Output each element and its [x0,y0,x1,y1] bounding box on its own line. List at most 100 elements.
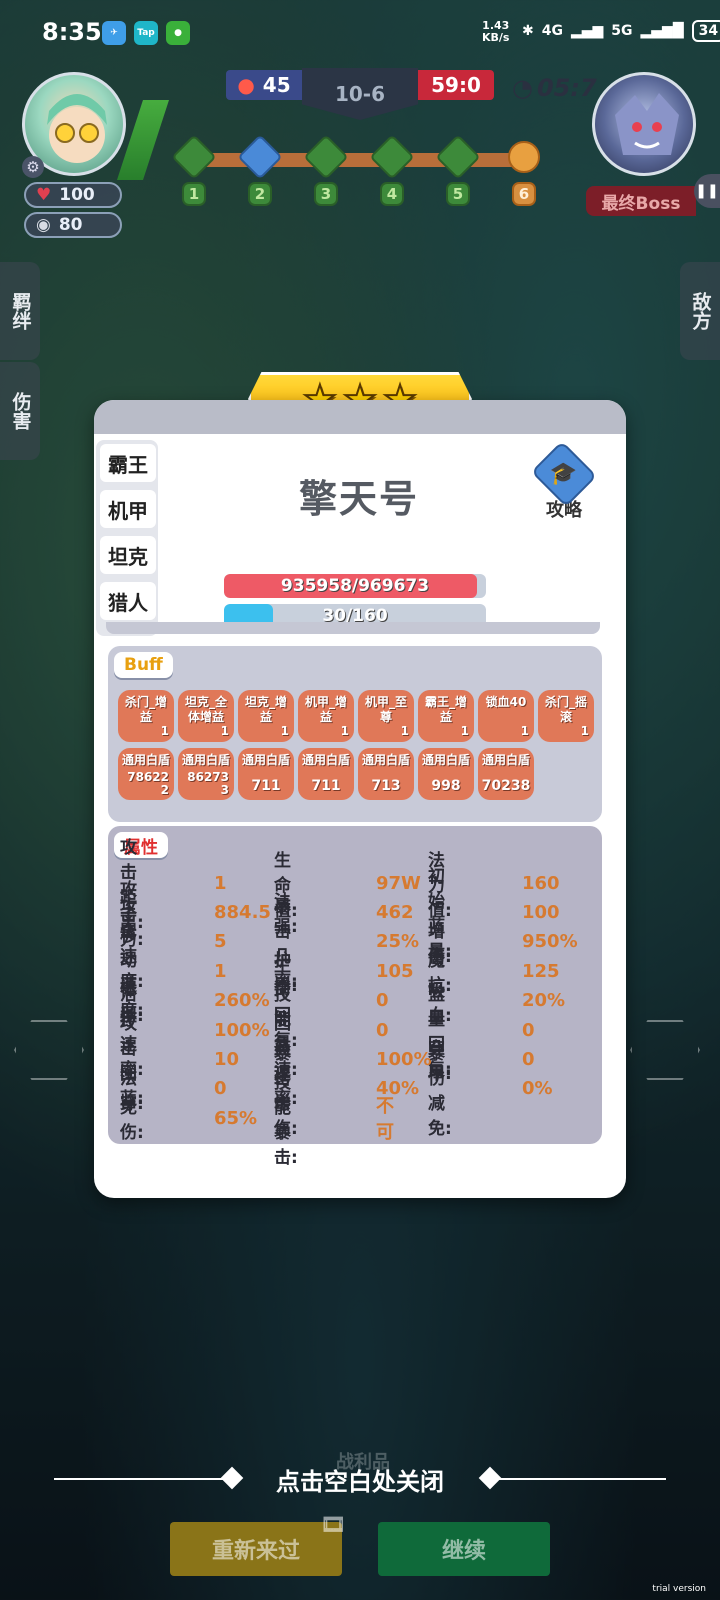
status-time: 8:35 [42,18,102,46]
attribute-value: 10 [214,1048,240,1070]
buff-name: 坦克_全体增益 [184,695,227,724]
buff-chip[interactable]: 通用白盾 711 [298,748,354,800]
buff-chip[interactable]: 通用白盾 70238 [478,748,534,800]
side-tab-enemy[interactable]: 敌方 [680,262,720,360]
player-hp-pill: ♥ 100 [24,182,122,208]
attribute-value: 20% [522,990,566,1012]
bluetooth-icon: ✱ [522,23,534,39]
buff-chip[interactable]: 坦克_增益 1 [238,690,294,742]
buff-name: 通用白盾 [421,753,470,767]
player-gold-pill: ◉ 80 [24,212,122,238]
battery-indicator: 34 [691,20,720,42]
buff-chip[interactable]: 坦克_全体增益 1 [178,690,234,742]
boss-avatar[interactable] [592,72,696,176]
attribute-label: 免伤: [120,1098,144,1144]
side-tab-damage-label: 伤害 [9,392,32,430]
buff-name: 通用白盾 [181,753,230,767]
attribute-value: 0 [376,990,389,1012]
buff-chip[interactable]: 通用白盾 78622 2 [118,748,174,800]
unit-detail-panel: 霸王 机甲 坦克 猎人 擎天号 🎓 攻略 935958/969673 30/16… [94,400,626,1198]
pause-icon[interactable]: ❚❚ [694,174,720,208]
panel-divider [106,622,600,634]
green-app-icon: ● [166,21,190,45]
buff-chip[interactable]: 霸王_增益 1 [418,690,474,742]
buff-chip[interactable]: 杀门_摇滚 1 [538,690,594,742]
buff-chip[interactable]: 通用白盾 86273 3 [178,748,234,800]
buff-count: 78622 2 [127,770,169,797]
continue-button-label: 继续 [441,1539,486,1564]
attribute-value: 105 [376,960,414,982]
buff-count: 86273 3 [187,770,229,797]
buff-count: 711 [251,778,281,794]
player-hp-value: 100 [59,185,95,205]
buff-name: 霸王_增益 [424,695,467,724]
attribute-value: 0% [522,1078,553,1100]
retry-button-label: 重新来过 [211,1539,300,1564]
taptap-icon: Tap [134,21,158,45]
net-speed: 1.43 KB/s [482,20,509,44]
buff-count: 70238 [481,778,531,794]
trait-tag[interactable]: 机甲 [100,490,156,528]
buff-chip[interactable]: 锁血40 1 [478,690,534,742]
attribute-value: 1 [214,960,227,982]
buff-name: 通用白盾 [481,753,530,767]
attribute-value: 125 [522,960,560,982]
signal-5g: 5G [611,23,633,39]
attribute-value: 25% [376,931,420,953]
attribute-value: 65% [214,1107,258,1129]
side-tab-bonds[interactable]: 羁绊 [0,262,40,360]
trait-tag[interactable]: 坦克 [100,536,156,574]
buff-chip[interactable]: 通用白盾 711 [238,748,294,800]
attribute-value: 100% [376,1048,432,1070]
buff-count: 713 [371,778,401,794]
stage-number: 4 [380,182,404,206]
hp-bar: 935958/969673 [224,574,486,598]
buff-chip[interactable]: 机甲_至尊 1 [358,690,414,742]
status-indicators: ✱ 4G ▂▄▆ 5G ▂▄▆█ 34 ϟ [522,20,720,42]
stage-node-boss-skull-icon [508,141,540,173]
buff-count: 1 [580,724,589,738]
attribute-value: 462 [376,901,414,923]
buff-count: 1 [160,724,169,738]
attribute-value: 100% [214,1019,270,1041]
buff-count: 1 [520,724,529,738]
signal-4g: 4G [541,23,563,39]
buff-section: Buff 杀门_增益 1 坦克_全体增益 1 坦克_增益 1 机甲_增益 1 机甲_至尊 1 霸王_… [108,646,602,822]
buff-count: 1 [220,724,229,738]
stage-number: 5 [446,182,470,206]
right-score-box: 59:0 [418,70,494,100]
hint-line-right [490,1478,666,1480]
continue-button[interactable]: 继续 [378,1522,550,1576]
attribute-value: 1 [214,872,227,894]
clock-icon: ◔ [512,74,533,102]
side-tab-damage[interactable]: 伤害 [0,362,40,460]
coin-icon: ◉ [36,215,51,235]
buff-count: 1 [460,724,469,738]
settings-gear-icon[interactable]: ⚙ [22,156,44,178]
left-score-box: ● 45 [226,70,302,100]
guide-button[interactable]: 🎓 攻略 [530,440,598,522]
attribute-value: 260% [214,990,270,1012]
side-tab-bonds-label: 羁绊 [9,292,32,330]
trait-tag[interactable]: 霸王 [100,444,156,482]
buff-name: 通用白盾 [361,753,410,767]
buff-chip[interactable]: 通用白盾 713 [358,748,414,800]
buff-name: 通用白盾 [241,753,290,767]
attribute-value: 884.5 [214,901,271,923]
timer-value: 05:7 [536,74,597,102]
left-score: 45 [262,73,291,97]
attribute-value: 950% [522,931,578,953]
buff-chip[interactable]: 机甲_增益 1 [298,690,354,742]
telegram-icon: ✈ [102,21,126,45]
attribute-value: 0 [522,1019,535,1041]
retry-button[interactable]: 重新来过 🎞 [170,1512,346,1576]
buff-chip[interactable]: 杀门_增益 1 [118,690,174,742]
buff-chip[interactable]: 通用白盾 998 [418,748,474,800]
stage-number: 2 [248,182,272,206]
attribute-value: 0 [376,1019,389,1041]
panel-header-strip [94,400,626,434]
trait-tag[interactable]: 猎人 [100,582,156,620]
buff-name: 杀门_摇滚 [544,695,587,724]
fire-icon: ● [237,73,255,97]
signal-bars-icon: ▂▄▆ [570,23,604,39]
